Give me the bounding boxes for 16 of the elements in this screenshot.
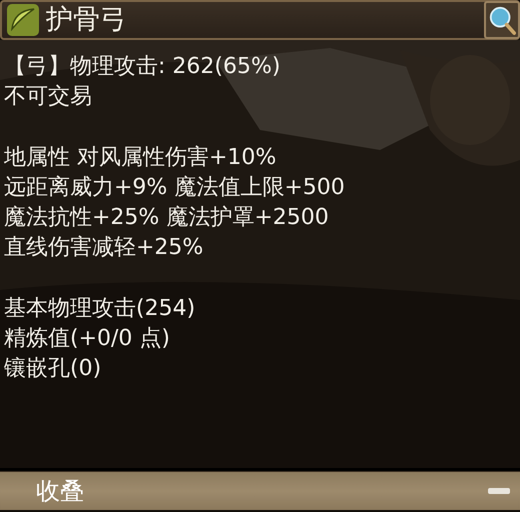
stat-line: 【弓】物理攻击: 262(65%) [4,53,282,81]
collapse-bar[interactable]: 收叠 [0,471,520,510]
stat-line: 地属性 对风属性伤害+10% [4,144,278,172]
stat-line: 直线伤害减轻+25% [4,234,204,262]
stat-line: 基本物理攻击(254) [4,295,196,323]
search-icon [488,4,516,36]
stat-line: 精炼值(+0/0 点) [4,325,171,353]
stat-line: 不可交易 [4,83,93,111]
stat-line: 魔法抗性+25% 魔法护罩+2500 [4,204,330,232]
minus-icon [488,487,510,495]
collapse-label: 收叠 [36,476,85,507]
stat-line: 远距离威力+9% 魔法值上限+500 [4,174,346,202]
bow-icon [6,3,40,37]
item-title: 护骨弓 [46,3,128,37]
stat-line: 镶嵌孔(0) [4,355,102,383]
search-button[interactable] [484,1,520,39]
